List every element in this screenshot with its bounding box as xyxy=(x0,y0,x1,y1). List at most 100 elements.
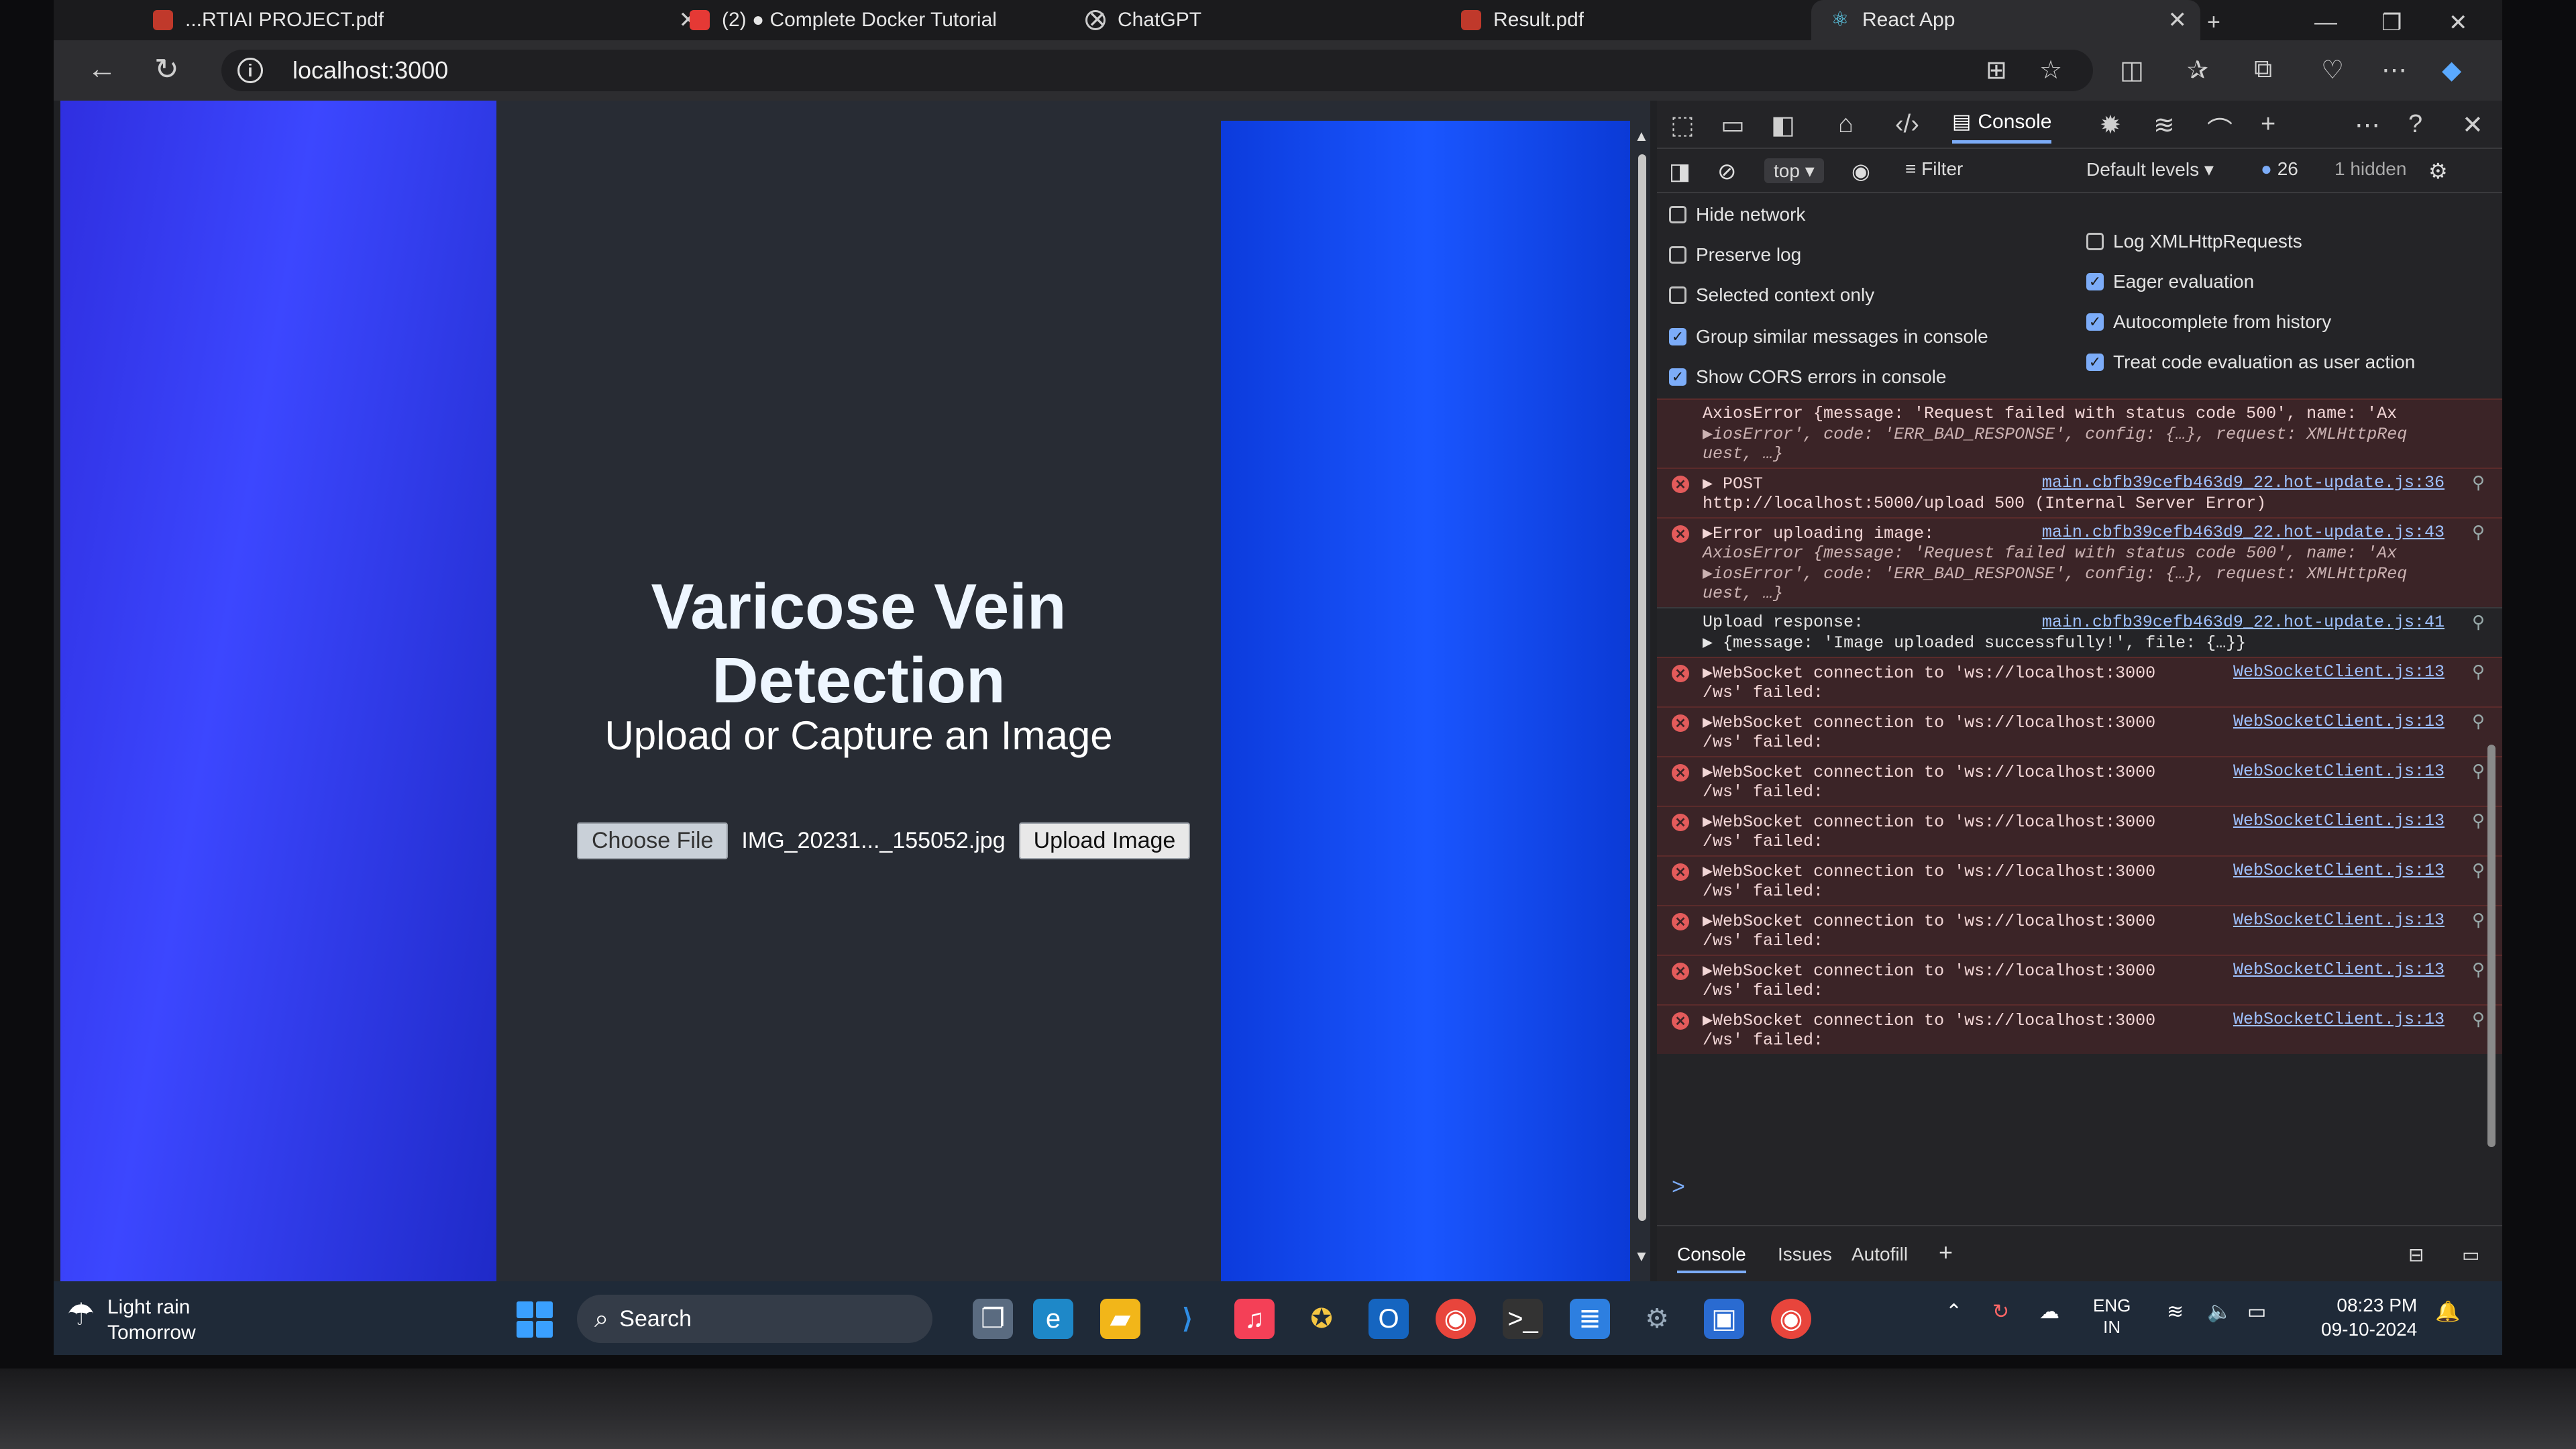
log-source-link[interactable]: WebSocketClient.js:13 xyxy=(2233,960,2445,979)
new-tab-button[interactable]: + xyxy=(2207,9,2220,36)
filter-input[interactable]: ≡ Filter xyxy=(1905,158,1963,180)
favorite-star-icon[interactable]: ☆ xyxy=(2039,55,2062,85)
log-source-link[interactable]: main.cbfb39cefb463d9_22.hot-update.js:43 xyxy=(2042,523,2445,542)
console-scroll-thumb[interactable] xyxy=(2487,745,2496,1147)
help-icon[interactable]: ? xyxy=(2408,110,2422,139)
console-error-entry[interactable]: ✕ ▶WebSocket connection to 'ws://localhos… xyxy=(1657,706,2502,756)
dock-icon[interactable]: ◧ xyxy=(1771,110,1795,140)
log-levels-dropdown[interactable]: Default levels ▾ xyxy=(2086,158,2214,180)
minimize-icon[interactable]: — xyxy=(2314,9,2337,36)
windows-start-icon[interactable] xyxy=(517,1301,553,1338)
collections-icon[interactable]: ⧉ xyxy=(2254,55,2272,84)
log-source-link[interactable]: WebSocketClient.js:13 xyxy=(2233,1010,2445,1029)
network-wifi-icon[interactable]: ≋ xyxy=(2153,110,2175,140)
site-info-icon[interactable]: i xyxy=(237,58,263,83)
log-source-link[interactable]: main.cbfb39cefb463d9_22.hot-update.js:36 xyxy=(2042,473,2445,492)
group-similar-checkbox[interactable]: ✓ Group similar messages in console xyxy=(1669,326,1988,347)
extensions-icon[interactable]: ♡ xyxy=(2321,55,2344,85)
console-error-entry[interactable]: AxiosError {message: 'Request failed wit… xyxy=(1657,398,2502,468)
welcome-home-icon[interactable]: ⌂ xyxy=(1838,110,1854,139)
log-xhr-checkbox[interactable]: Log XMLHttpRequests xyxy=(2086,231,2302,252)
scroll-thumb[interactable] xyxy=(1638,154,1646,1221)
hide-network-checkbox[interactable]: Hide network xyxy=(1669,204,1805,225)
log-source-link[interactable]: main.cbfb39cefb463d9_22.hot-update.js:41 xyxy=(2042,612,2445,632)
console-log-entry[interactable]: Upload response: ▶ {message: 'Image uploa… xyxy=(1657,607,2502,657)
scroll-down-icon[interactable]: ▼ xyxy=(1634,1248,1649,1265)
trophy-icon[interactable]: ✪ xyxy=(1301,1299,1342,1339)
console-prompt[interactable]: > xyxy=(1672,1174,1685,1200)
log-action-icon[interactable]: ⚲ xyxy=(2472,761,2485,782)
log-action-icon[interactable]: ⚲ xyxy=(2472,662,2485,683)
add-tool-icon[interactable]: + xyxy=(2261,110,2275,139)
favorites-icon[interactable]: ✰ xyxy=(2187,55,2208,85)
console-error-entry[interactable]: ✕ ▶WebSocket connection to 'ws://localhos… xyxy=(1657,955,2502,1004)
outlook-icon[interactable]: O xyxy=(1368,1299,1409,1339)
dock-drawer-icon[interactable]: ⊟ xyxy=(2408,1244,2424,1266)
chrome-icon[interactable]: ◉ xyxy=(1436,1299,1476,1339)
log-action-icon[interactable]: ⚲ xyxy=(2472,473,2485,494)
log-source-link[interactable]: WebSocketClient.js:13 xyxy=(2233,712,2445,731)
log-action-icon[interactable]: ⚲ xyxy=(2472,1010,2485,1030)
drawer-tab-autofill[interactable]: Autofill xyxy=(1851,1244,1908,1265)
show-hidden-icons-icon[interactable]: ⌃ xyxy=(1945,1300,1962,1324)
more-icon[interactable]: ⋯ xyxy=(2381,55,2407,85)
back-icon[interactable]: ← xyxy=(87,52,117,86)
console-error-entry[interactable]: ✕ ▶WebSocket connection to 'ws://localhos… xyxy=(1657,1004,2502,1054)
console-settings-gear-icon[interactable]: ⚙ xyxy=(2428,158,2448,184)
console-error-entry[interactable]: ✕ ▶Error uploading image: AxiosError {mess… xyxy=(1657,517,2502,607)
console-error-entry[interactable]: ✕ ▶WebSocket connection to 'ws://localhos… xyxy=(1657,855,2502,905)
cloud-offline-icon[interactable]: ☁ xyxy=(2039,1300,2059,1324)
device-toolbar-icon[interactable]: ▭ xyxy=(1721,110,1745,140)
upload-image-button[interactable]: Upload Image xyxy=(1018,822,1191,859)
address-bar[interactable]: i localhost:3000 xyxy=(221,50,2093,91)
tab-result-pdf[interactable]: Result.pdf ✕ xyxy=(1442,0,1845,40)
log-action-icon[interactable]: ⚲ xyxy=(2472,811,2485,832)
cors-errors-checkbox[interactable]: ✓ Show CORS errors in console xyxy=(1669,366,1946,388)
log-action-icon[interactable]: ⚲ xyxy=(2472,712,2485,733)
close-drawer-icon[interactable]: ▭ xyxy=(2462,1244,2479,1266)
choose-file-button[interactable]: Choose File xyxy=(577,822,729,859)
clock[interactable]: 08:23 PM 09-10-2024 xyxy=(2321,1293,2417,1342)
log-source-link[interactable]: WebSocketClient.js:13 xyxy=(2233,811,2445,830)
log-source-link[interactable]: WebSocketClient.js:13 xyxy=(2233,662,2445,682)
log-action-icon[interactable]: ⚲ xyxy=(2472,910,2485,931)
context-selector[interactable]: top ▾ xyxy=(1764,158,1824,183)
tab-docker[interactable]: (2) ● Complete Docker Tutorial ✕ xyxy=(671,0,1120,40)
elements-icon[interactable]: ‹/› xyxy=(1895,110,1919,139)
selected-context-checkbox[interactable]: Selected context only xyxy=(1669,284,1874,306)
treat-code-eval-checkbox[interactable]: ✓ Treat code evaluation as user action xyxy=(2086,352,2415,373)
close-icon[interactable]: ✕ xyxy=(2168,7,2188,34)
tab-chatgpt[interactable]: ChatGPT ✕ xyxy=(1067,0,1496,40)
console-error-entry[interactable]: ✕ ▶ POST http://localhost:5000/upload 500 … xyxy=(1657,468,2502,517)
console-error-entry[interactable]: ✕ ▶WebSocket connection to 'ws://localhos… xyxy=(1657,905,2502,955)
drawer-tab-console[interactable]: Console xyxy=(1677,1244,1746,1273)
wifi-icon[interactable]: ≋ xyxy=(2167,1300,2184,1324)
message-count-badge[interactable]: ● 26 xyxy=(2261,158,2298,180)
task-view-icon[interactable]: ❐ xyxy=(973,1299,1013,1339)
console-scrollbar[interactable] xyxy=(2486,409,2497,1167)
console-error-entry[interactable]: ✕ ▶WebSocket connection to 'ws://localhos… xyxy=(1657,756,2502,806)
drawer-tab-issues[interactable]: Issues xyxy=(1778,1244,1832,1265)
inspect-icon[interactable]: ⬚ xyxy=(1670,110,1695,140)
tab-react-app[interactable]: ⚛ React App ✕ xyxy=(1811,0,2200,40)
vscode-icon[interactable]: ⟩ xyxy=(1167,1299,1208,1339)
reload-icon[interactable]: ↻ xyxy=(154,52,179,87)
apps-icon[interactable]: ⊞ xyxy=(1986,55,2007,85)
tab-pdf[interactable]: ...RTIAI PROJECT.pdf ✕ xyxy=(134,0,711,40)
live-expression-eye-icon[interactable]: ◉ xyxy=(1851,158,1870,184)
more-options-icon[interactable]: ⋯ xyxy=(2355,110,2380,140)
log-source-link[interactable]: WebSocketClient.js:13 xyxy=(2233,910,2445,930)
clear-console-icon[interactable]: ⊘ xyxy=(1717,158,1737,185)
taskbar-search[interactable]: ⌕ Search xyxy=(577,1295,932,1343)
edge-icon[interactable]: e xyxy=(1033,1299,1073,1339)
chrome-profile-icon[interactable]: ◉ xyxy=(1771,1299,1811,1339)
volume-icon[interactable]: 🔈 xyxy=(2207,1300,2232,1324)
battery-icon[interactable]: ▭ xyxy=(2247,1300,2266,1324)
remote-desktop-icon[interactable]: ▣ xyxy=(1704,1299,1744,1339)
eager-evaluation-checkbox[interactable]: ✓ Eager evaluation xyxy=(2086,271,2254,292)
weather-widget[interactable]: ☂ Light rain Tomorrow xyxy=(67,1295,196,1346)
log-action-icon[interactable]: ⚲ xyxy=(2472,960,2485,981)
settings-gear-icon[interactable]: ⚙ xyxy=(1637,1299,1677,1339)
restore-icon[interactable]: ❐ xyxy=(2381,9,2402,36)
console-error-entry[interactable]: ✕ ▶WebSocket connection to 'ws://localhos… xyxy=(1657,806,2502,855)
